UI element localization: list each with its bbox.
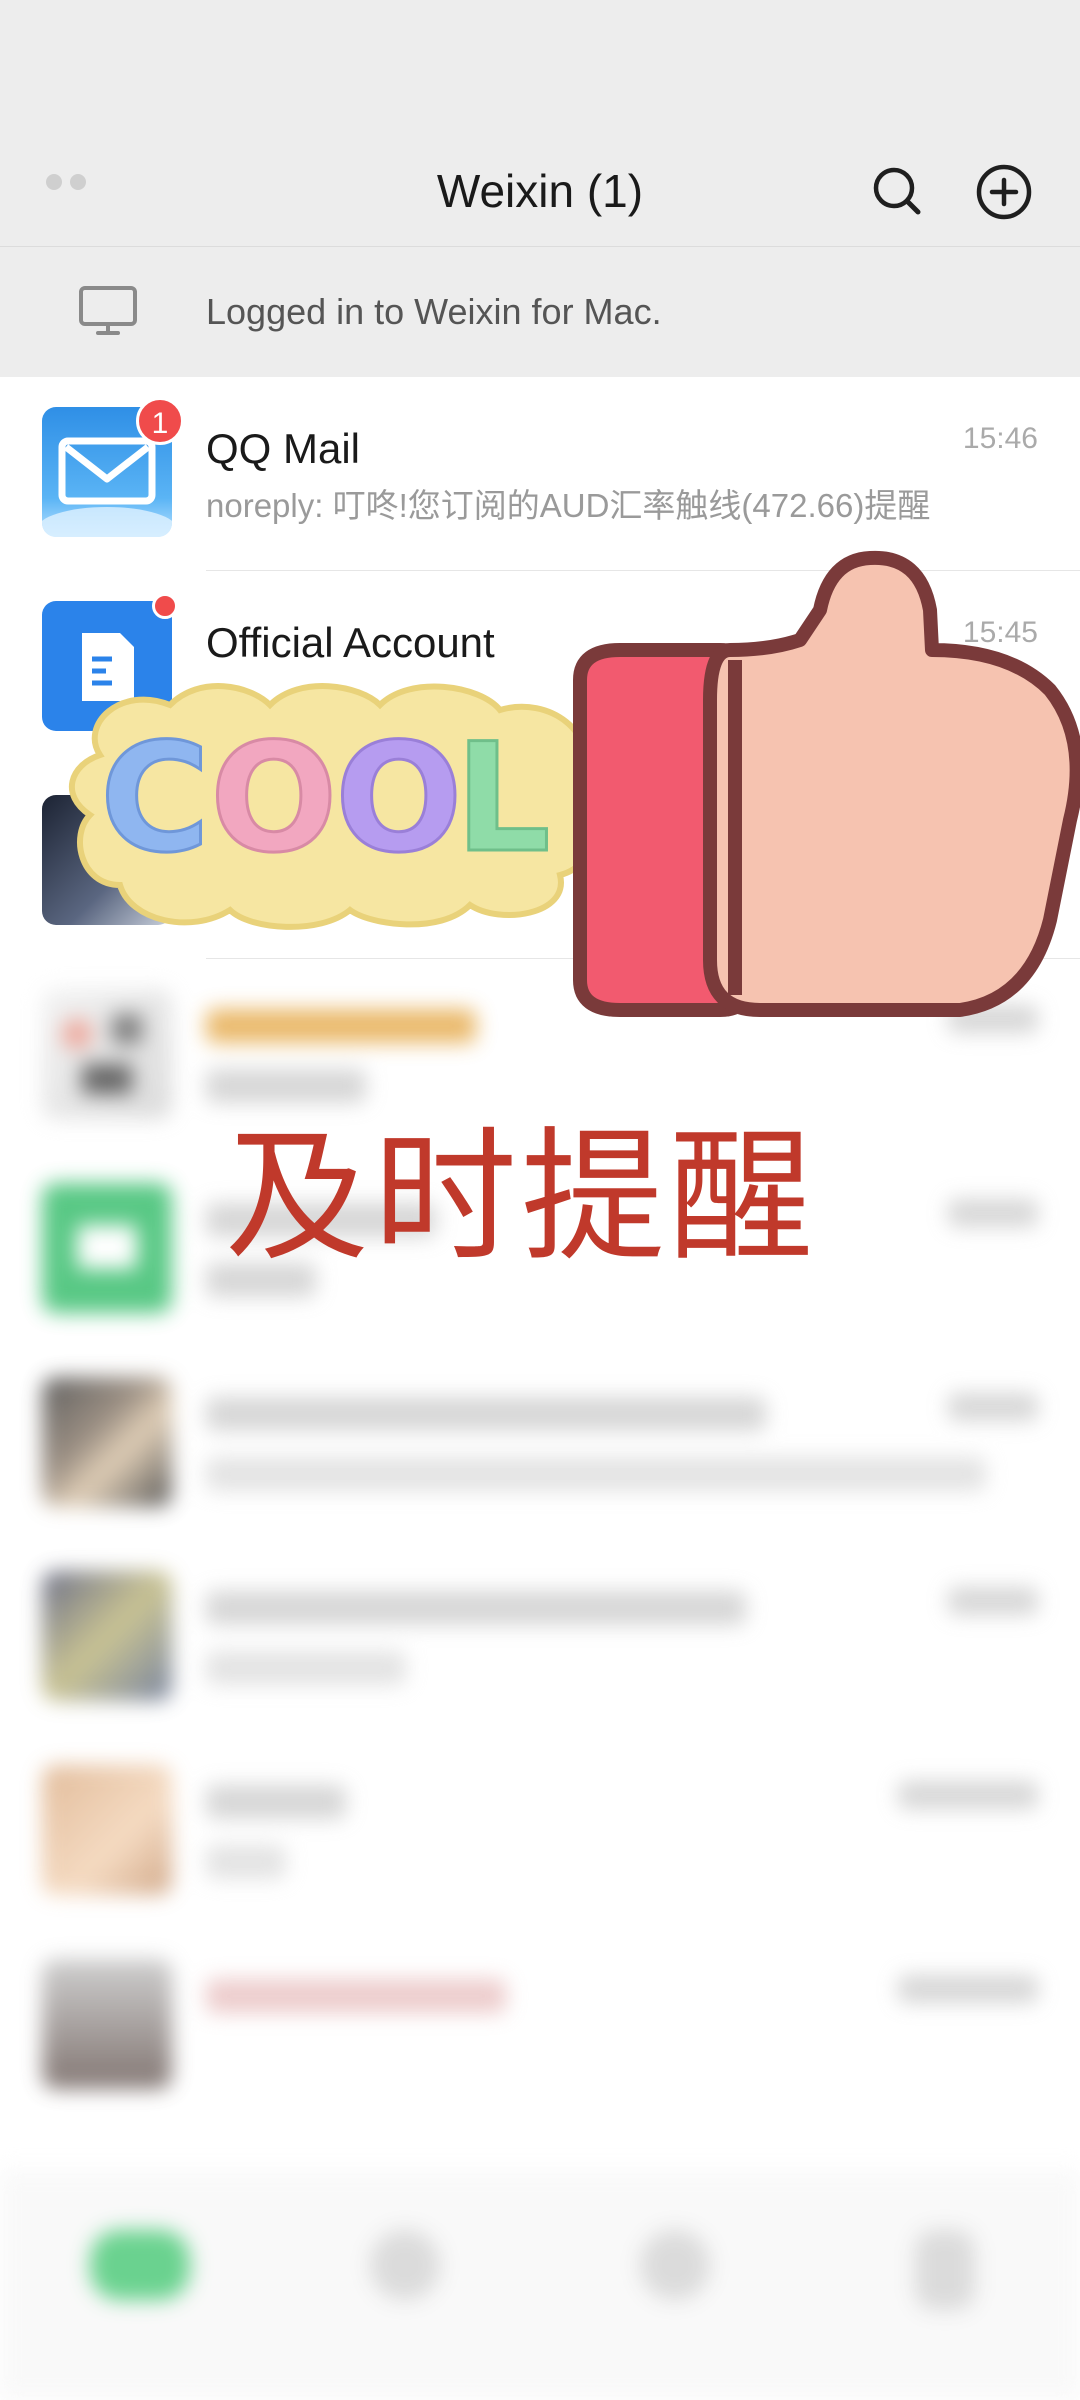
login-banner-text: Logged in to Weixin for Mac. xyxy=(206,291,662,332)
desktop-login-banner[interactable]: Logged in to Weixin for Mac. xyxy=(0,247,1080,377)
chat-row[interactable] xyxy=(0,1929,1080,2123)
chat-name: Official Account xyxy=(206,619,495,666)
chat-avatar xyxy=(42,1377,172,1507)
chat-avatar xyxy=(42,1183,172,1313)
chat-avatar xyxy=(42,1571,172,1701)
computer-icon xyxy=(78,285,138,344)
chat-avatar xyxy=(42,1765,172,1895)
chat-row[interactable] xyxy=(0,1735,1080,1929)
svg-text:C: C xyxy=(100,712,210,886)
svg-text:O: O xyxy=(210,712,338,886)
cool-sticker: C O O L xyxy=(68,683,603,930)
svg-text:O: O xyxy=(335,712,463,886)
thumbs-up-sticker xyxy=(573,550,1080,1017)
unread-badge: 1 xyxy=(136,397,184,445)
unread-dot xyxy=(152,593,178,619)
chat-name: QQ Mail xyxy=(206,425,361,472)
svg-text:L: L xyxy=(455,712,551,886)
chat-avatar xyxy=(42,989,172,1119)
contacts-tab-icon[interactable] xyxy=(350,2210,460,2330)
overlay-caption: 及时提醒 xyxy=(225,1113,818,1281)
bottom-tab-bar xyxy=(0,2170,1080,2400)
chat-preview: noreply: 叮咚!您订阅的AUD汇率触线(472.66)提醒 xyxy=(206,487,931,524)
chat-row[interactable] xyxy=(0,1347,1080,1541)
app-header: Weixin (1) xyxy=(0,140,1080,247)
status-bar xyxy=(0,0,1080,140)
search-icon[interactable] xyxy=(856,150,940,234)
chat-time: 15:46 xyxy=(962,422,1038,455)
me-tab-icon[interactable] xyxy=(890,2210,1000,2330)
discover-tab-icon[interactable] xyxy=(620,2210,730,2330)
chats-tab-icon[interactable] xyxy=(90,2210,200,2330)
chat-avatar xyxy=(42,1959,172,2089)
chat-row[interactable] xyxy=(0,1541,1080,1735)
add-circle-icon[interactable] xyxy=(962,150,1046,234)
